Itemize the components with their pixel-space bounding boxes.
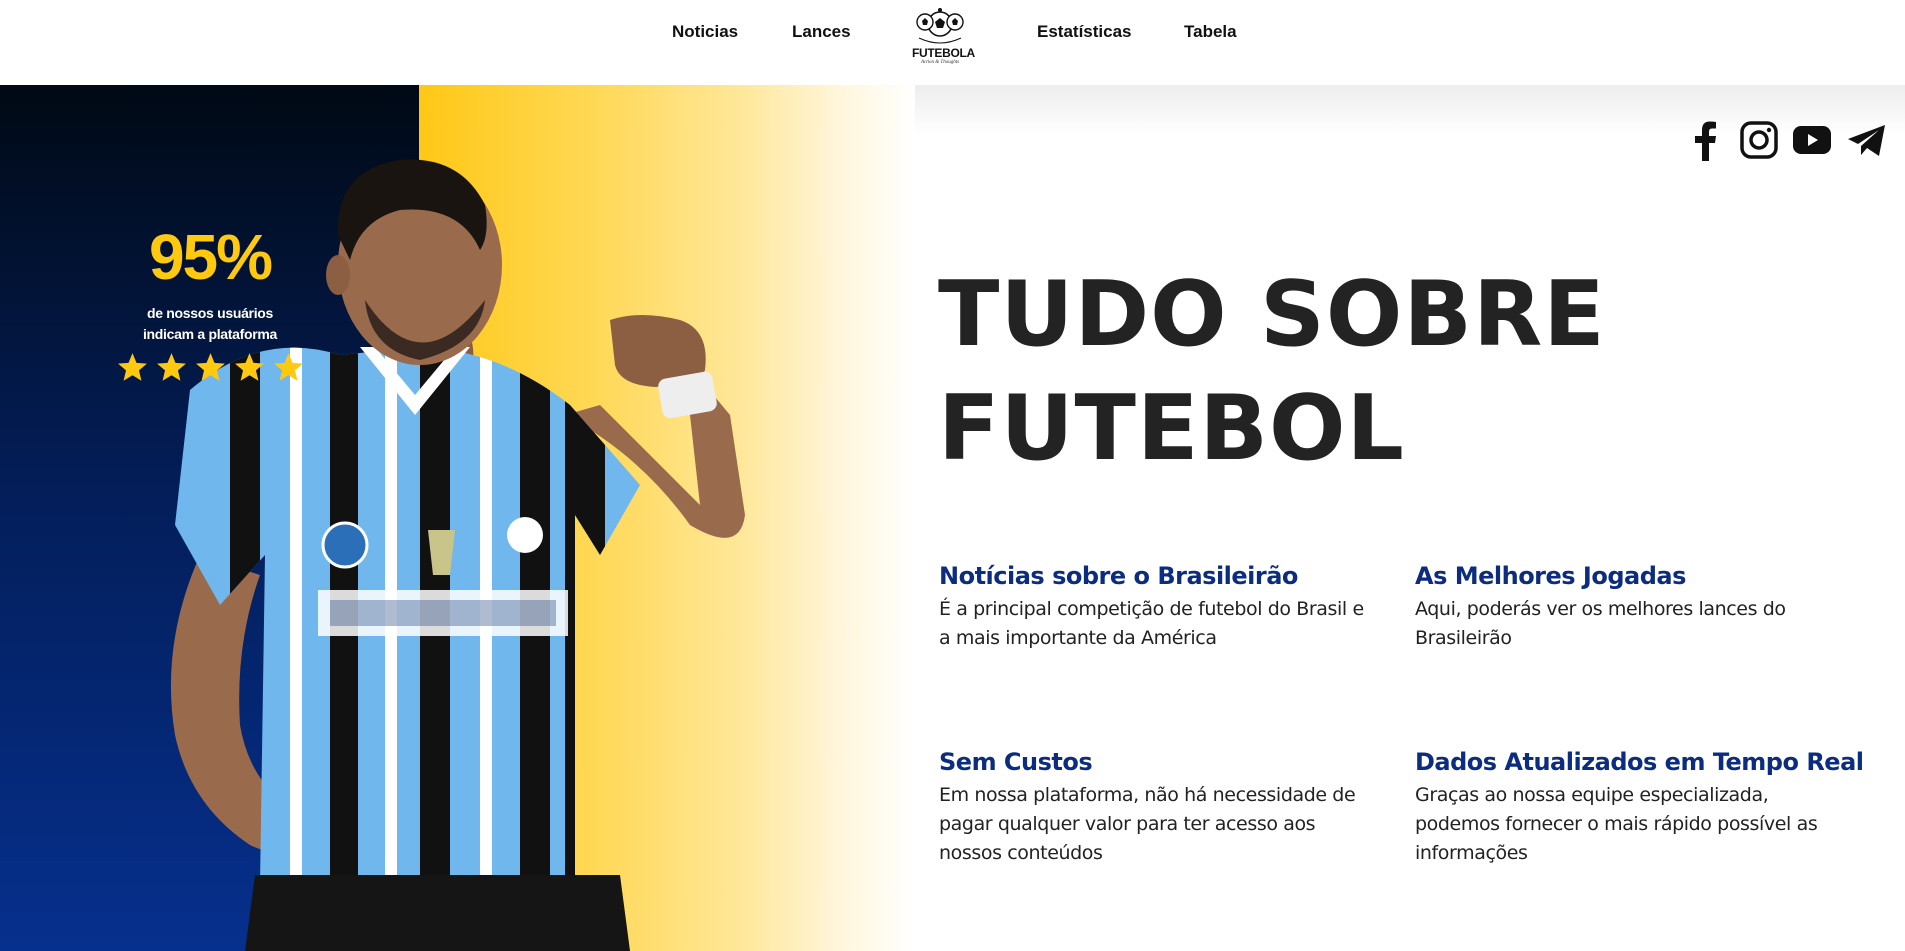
site-logo[interactable]: FUTEBOLA Action & Thoughts	[912, 8, 975, 72]
nav-link-estatisticas[interactable]: Estatísticas	[1037, 22, 1132, 42]
main-headline: TUDO SOBRE FUTEBOL	[938, 258, 1606, 486]
star-icon	[195, 353, 225, 381]
headline-line2: FUTEBOL	[938, 376, 1405, 481]
facebook-icon[interactable]	[1692, 121, 1718, 165]
feature-dados-atualizados: Dados Atualizados em Tempo Real Graças a…	[1415, 747, 1864, 868]
hero-image-panel: 95% de nossos usuários indicam a platafo…	[0, 85, 915, 951]
instagram-icon[interactable]	[1740, 121, 1778, 163]
logo-tagline: Action & Thoughts	[920, 60, 960, 65]
nav-link-noticias[interactable]: Noticias	[672, 22, 738, 42]
star-rating	[110, 351, 310, 384]
feature-sem-custos: Sem Custos Em nossa plataforma, não há n…	[939, 747, 1379, 868]
nav-link-tabela[interactable]: Tabela	[1184, 22, 1237, 42]
feature-title: Dados Atualizados em Tempo Real	[1415, 748, 1864, 776]
user-rating-badge: 95% de nossos usuários indicam a platafo…	[110, 225, 310, 384]
star-icon	[156, 353, 186, 381]
feature-text: Em nossa plataforma, não há necessidade …	[939, 784, 1356, 864]
headline-line1: TUDO SOBRE	[938, 262, 1606, 367]
feature-text: Aqui, poderás ver os melhores lances do …	[1415, 598, 1786, 649]
feature-title: Sem Custos	[939, 748, 1093, 776]
star-icon	[273, 353, 303, 381]
youtube-icon[interactable]	[1793, 126, 1831, 158]
site-header: Noticias Lances FUTEBOLA Action & Though…	[0, 0, 1905, 85]
feature-text: Graças ao nossa equipe especializada, po…	[1415, 784, 1818, 864]
logo-name: FUTEBOLA	[912, 46, 975, 60]
soccer-player-image	[170, 159, 745, 951]
feature-noticias: Notícias sobre o Brasileirão É a princip…	[939, 561, 1379, 653]
rating-percent: 95%	[148, 221, 273, 293]
rating-caption: de nossos usuários indicam a plataforma	[110, 303, 310, 345]
rating-caption-line2: indicam a plataforma	[142, 326, 278, 342]
feature-melhores-jogadas: As Melhores Jogadas Aqui, poderás ver os…	[1415, 561, 1855, 653]
feature-title: As Melhores Jogadas	[1415, 562, 1686, 590]
star-icon	[117, 353, 147, 381]
soccer-balls-logo-icon	[916, 8, 964, 44]
nav-link-lances[interactable]: Lances	[792, 22, 851, 42]
rating-caption-line1: de nossos usuários	[146, 305, 274, 321]
feature-text: É a principal competição de futebol do B…	[939, 598, 1364, 649]
star-icon	[234, 353, 264, 381]
feature-title: Notícias sobre o Brasileirão	[939, 562, 1298, 590]
telegram-icon[interactable]	[1847, 124, 1887, 162]
